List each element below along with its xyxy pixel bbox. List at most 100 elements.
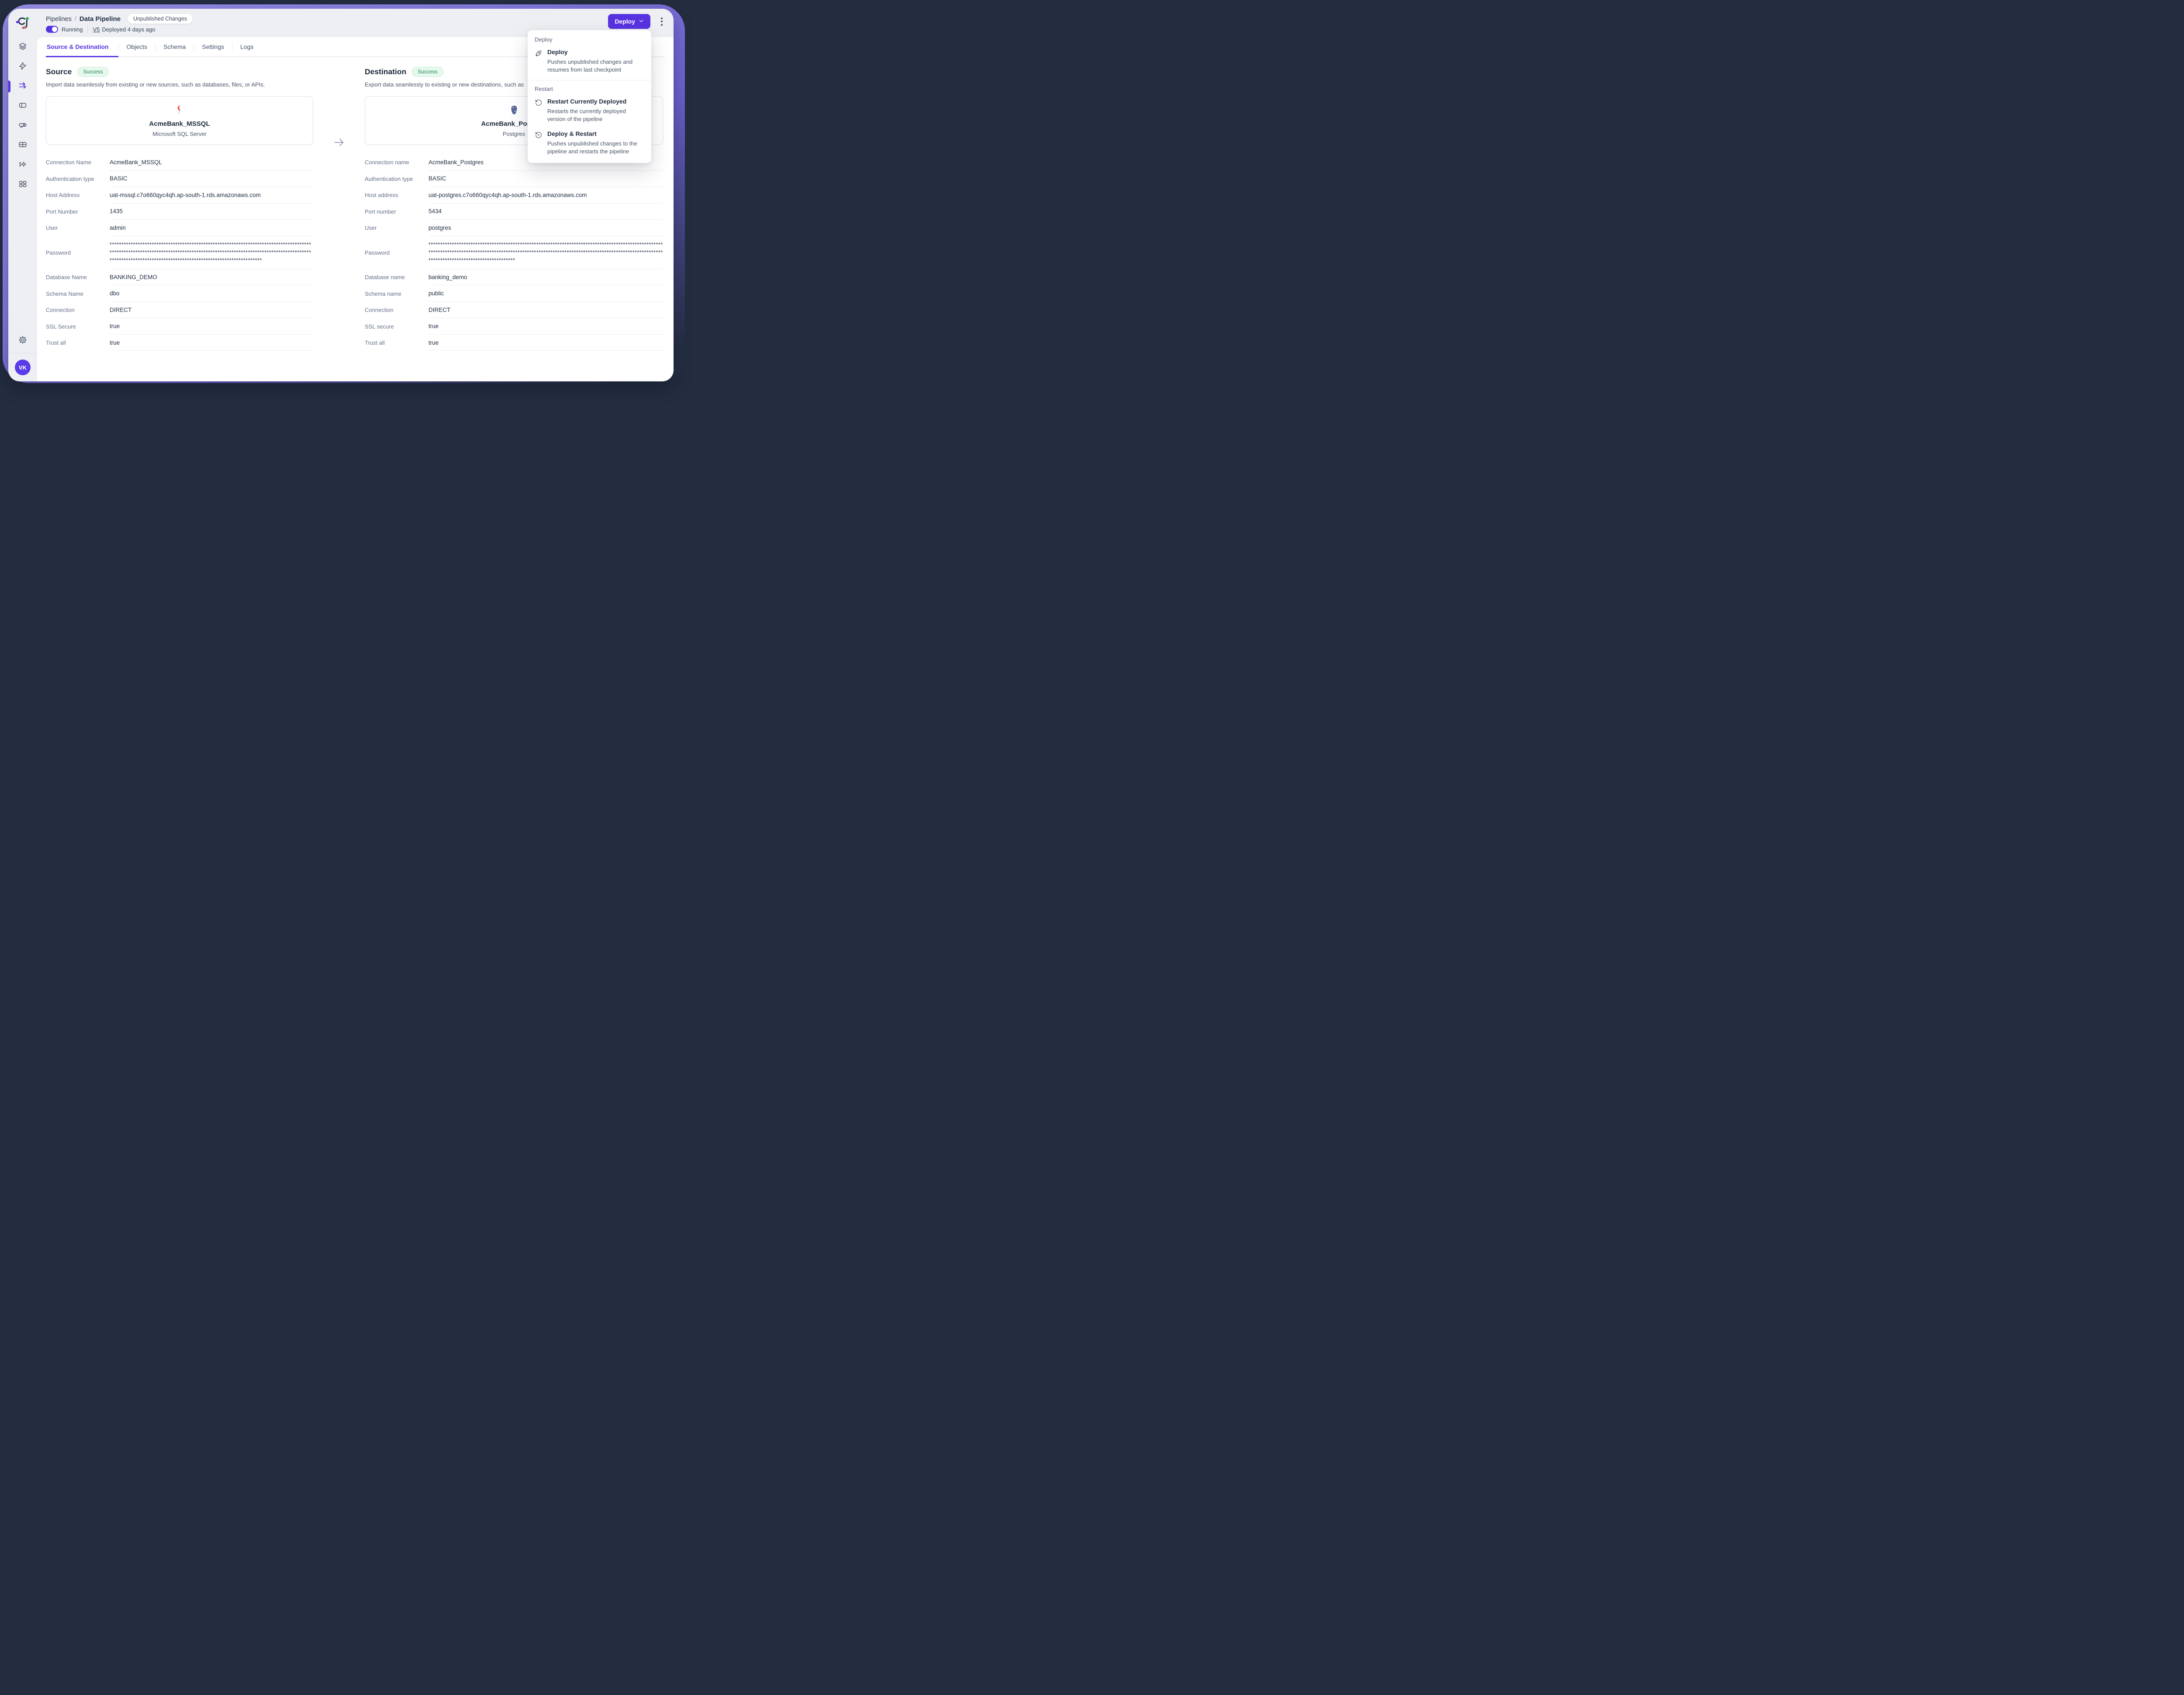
chevron-down-icon: [639, 18, 644, 25]
sidebar-item-apps[interactable]: [17, 180, 28, 190]
restart-icon: [535, 98, 543, 124]
mssql-icon: [174, 104, 185, 116]
field-row: Authentication type BASIC: [365, 171, 663, 187]
layers-icon: [18, 42, 28, 53]
field-label: User: [46, 220, 110, 236]
running-toggle[interactable]: [46, 26, 58, 33]
field-label: Connection: [46, 302, 110, 318]
field-label: Password: [46, 236, 110, 269]
tab-settings[interactable]: Settings: [194, 37, 232, 56]
field-value: BANKING_DEMO: [110, 269, 313, 286]
deploy-button[interactable]: Deploy: [608, 14, 650, 29]
field-row: Connection DIRECT: [46, 302, 313, 318]
sidebar-item-settings[interactable]: [17, 336, 28, 346]
tab-objects[interactable]: Objects: [119, 37, 155, 56]
toggle-knob: [52, 27, 57, 32]
field-label: User: [365, 220, 429, 236]
source-fields: Connection Name AcmeBank_MSSQL Authentic…: [46, 154, 313, 351]
field-value: 1435: [110, 204, 313, 220]
field-value: AcmeBank_MSSQL: [110, 154, 313, 171]
source-section: Source Success Import data seamlessly fr…: [46, 67, 313, 351]
flow-arrow: [313, 67, 365, 351]
field-row: User postgres: [365, 220, 663, 236]
menu-item-deploy-restart[interactable]: Deploy & Restart Pushes unpublished chan…: [528, 126, 651, 159]
version-link[interactable]: V5: [93, 26, 100, 33]
field-row: Schema Name dbo: [46, 285, 313, 302]
field-value: true: [429, 318, 663, 335]
field-value: dbo: [110, 285, 313, 302]
tab-source-destination[interactable]: Source & Destination: [46, 37, 118, 56]
more-menu-button[interactable]: [657, 15, 667, 28]
sidebar-item-layers[interactable]: [17, 42, 28, 52]
tab-schema[interactable]: Schema: [156, 37, 194, 56]
field-label: Host address: [365, 187, 429, 204]
user-avatar[interactable]: VK: [15, 360, 31, 375]
status-divider: [87, 26, 88, 33]
source-connection-type: Microsoft SQL Server: [152, 131, 207, 137]
sparkles-filter-icon: [18, 159, 28, 171]
field-row: SSL secure true: [365, 318, 663, 335]
field-row: Password *******************************…: [46, 236, 313, 269]
running-status: Running: [62, 26, 83, 33]
panel-icon: [18, 100, 28, 112]
rocket-icon: [535, 48, 543, 74]
field-value: uat-mssql.c7o660qyc4qh.ap-south-1.rds.am…: [110, 187, 313, 204]
arrow-right-icon: [333, 137, 345, 351]
field-label: SSL secure: [365, 318, 429, 335]
field-row: Trust all true: [365, 335, 663, 351]
field-row: Trust all true: [46, 335, 313, 351]
field-row: Port Number 1435: [46, 204, 313, 220]
menu-group-deploy: Deploy: [528, 32, 651, 45]
field-label: Connection Name: [46, 154, 110, 171]
field-row: Connection Name AcmeBank_MSSQL: [46, 154, 313, 171]
field-row: Connection DIRECT: [365, 302, 663, 318]
field-row: Host address uat-postgres.c7o660qyc4qh.a…: [365, 187, 663, 204]
field-value: true: [110, 318, 313, 335]
field-row: Database Name BANKING_DEMO: [46, 269, 313, 286]
menu-item-restart-currently-deployed[interactable]: Restart Currently Deployed Restarts the …: [528, 94, 651, 126]
sidebar-bottom: VK: [8, 336, 37, 375]
source-connection-name: AcmeBank_MSSQL: [149, 120, 210, 128]
breadcrumb-section[interactable]: Pipelines: [46, 16, 72, 23]
source-status-badge: Success: [77, 67, 108, 77]
field-label: Database name: [365, 269, 429, 286]
field-value: true: [429, 335, 663, 351]
field-row: Port number 5434: [365, 204, 663, 220]
field-row: Schema name public: [365, 285, 663, 302]
field-row: Password *******************************…: [365, 236, 663, 269]
unpublished-changes-badge: Unpublished Changes: [128, 14, 193, 24]
field-row: User admin: [46, 220, 313, 236]
field-value: ****************************************…: [110, 236, 313, 269]
destination-status-badge: Success: [412, 67, 443, 77]
field-label: SSL Secure: [46, 318, 110, 335]
field-value: ****************************************…: [429, 236, 663, 269]
field-value: DIRECT: [429, 302, 663, 318]
more-vertical-icon: [661, 17, 663, 19]
field-value: postgres: [429, 220, 663, 236]
field-label: Schema name: [365, 285, 429, 302]
sidebar-item-sparkles[interactable]: [17, 160, 28, 170]
breadcrumb: Pipelines/Data Pipeline: [46, 15, 121, 23]
menu-item-deploy[interactable]: Deploy Pushes unpublished changes and re…: [528, 45, 651, 77]
page-title: Data Pipeline: [79, 15, 121, 23]
brand-logo-icon[interactable]: [15, 16, 30, 31]
sidebar-item-panel[interactable]: [17, 101, 28, 111]
sidebar-item-key[interactable]: [17, 121, 28, 131]
field-value: admin: [110, 220, 313, 236]
deployed-info: Deployed 4 days ago: [102, 26, 155, 33]
sidebar-item-table[interactable]: [17, 140, 28, 151]
field-label: Connection name: [365, 154, 429, 171]
field-label: Port Number: [46, 204, 110, 220]
zap-icon: [18, 61, 28, 73]
source-description: Import data seamlessly from existing or …: [46, 81, 313, 88]
source-connection-card[interactable]: AcmeBank_MSSQL Microsoft SQL Server: [46, 96, 313, 145]
deploy-button-label: Deploy: [615, 18, 635, 25]
field-label: Trust all: [46, 335, 110, 351]
sidebar-item-pipelines[interactable]: [17, 81, 28, 92]
field-value: BASIC: [110, 171, 313, 187]
sidebar-item-zap[interactable]: [17, 62, 28, 72]
field-label: Host Address: [46, 187, 110, 204]
field-label: Schema Name: [46, 285, 110, 302]
destination-fields: Connection name AcmeBank_Postgres Authen…: [365, 154, 663, 351]
tab-logs[interactable]: Logs: [232, 37, 261, 56]
